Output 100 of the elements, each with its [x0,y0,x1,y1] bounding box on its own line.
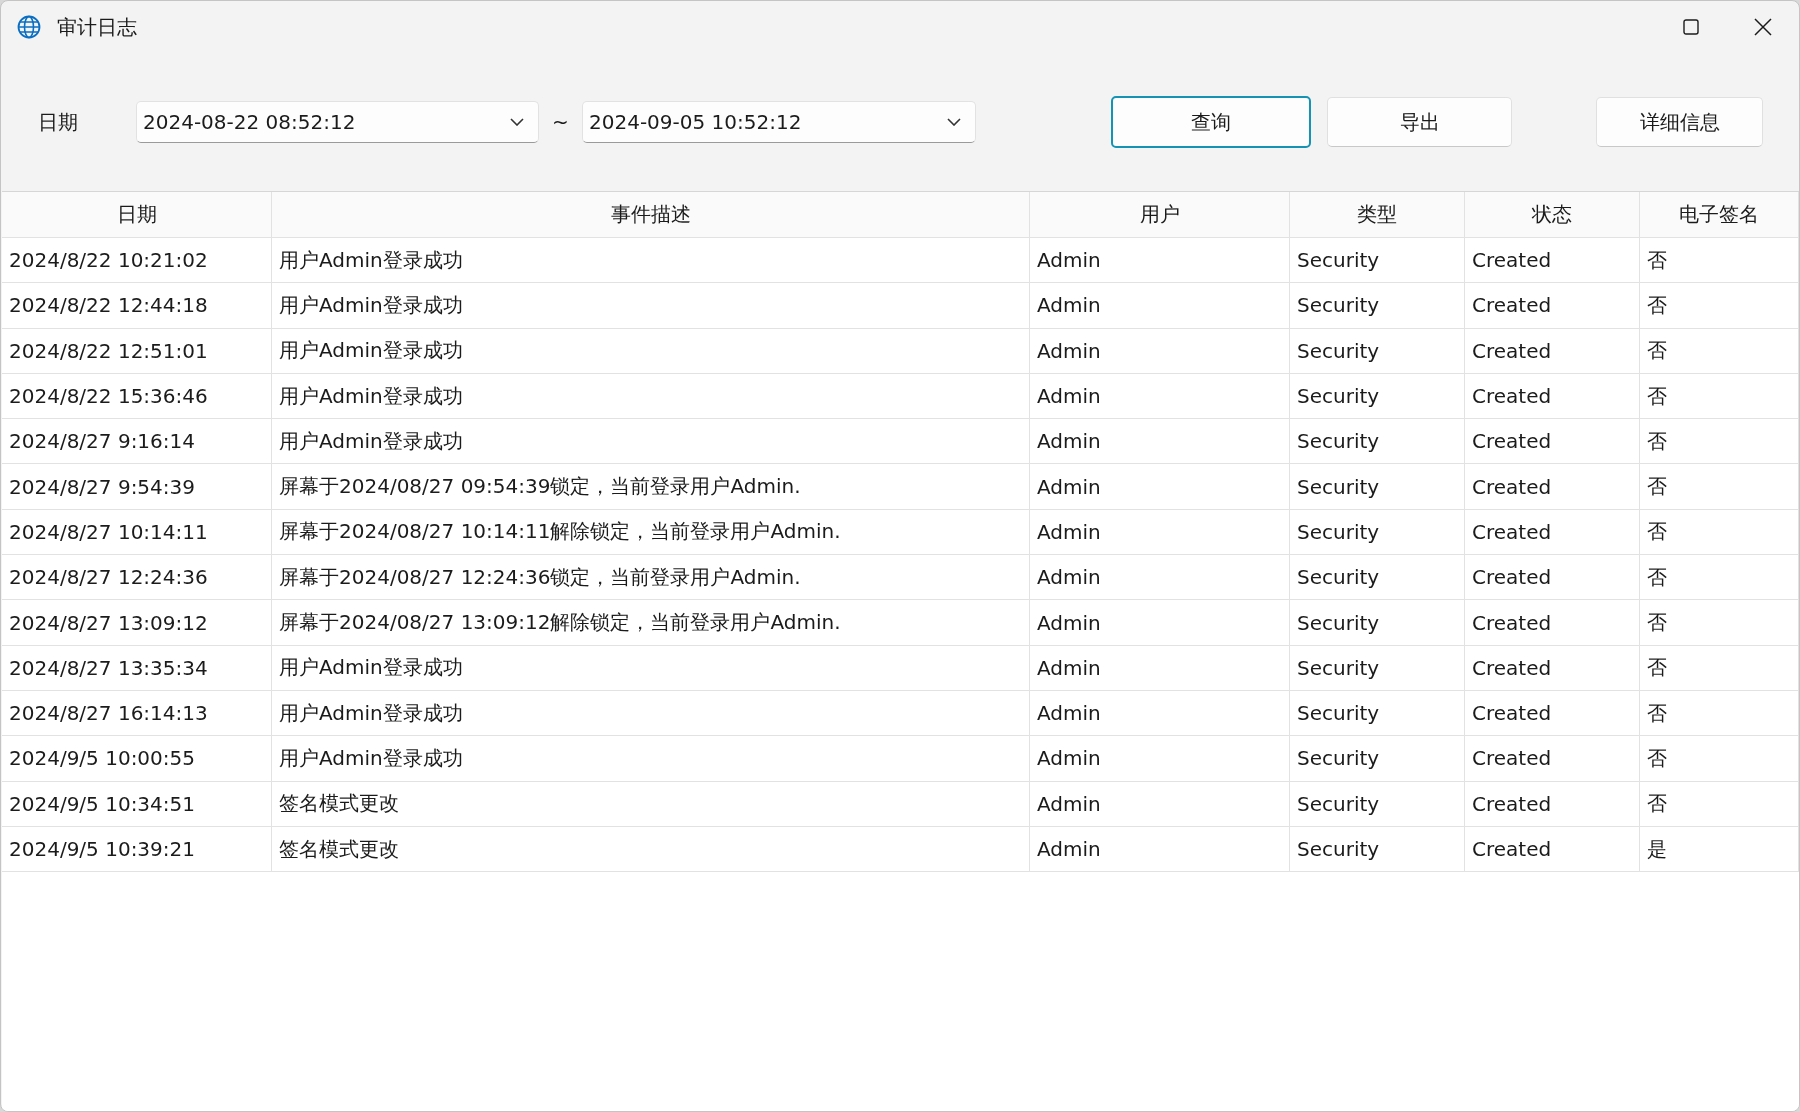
end-date-dropdown[interactable]: 2024-09-05 10:52:12 [582,101,976,143]
column-header[interactable]: 电子签名 [1640,192,1799,237]
table-cell: Admin [1030,690,1290,736]
action-button[interactable]: 查询 [1111,96,1311,148]
table-cell: Created [1465,283,1640,328]
table-cell: Created [1465,600,1640,645]
table-cell: 2024/8/27 9:16:14 [2,419,272,464]
table-cell: Admin [1030,781,1290,826]
table-cell: 用户Admin登录成功 [272,238,1030,283]
table-cell: 屏幕于2024/08/27 13:09:12解除锁定，当前登录用户Admin. [272,600,1030,645]
table-cell: 否 [1640,781,1799,826]
table-cell: 2024/8/22 12:51:01 [2,328,272,373]
action-button[interactable]: 导出 [1327,97,1512,147]
table-cell: Admin [1030,555,1290,600]
table-cell: 2024/9/5 10:00:55 [2,736,272,781]
table-cell: Admin [1030,645,1290,690]
table-cell: 用户Admin登录成功 [272,736,1030,781]
table-cell: Admin [1030,283,1290,328]
table-cell: 否 [1640,736,1799,781]
table-cell: 屏幕于2024/08/27 09:54:39锁定，当前登录用户Admin. [272,464,1030,509]
table-cell: 否 [1640,464,1799,509]
table-cell: 否 [1640,509,1799,555]
table-cell: 2024/8/22 12:44:18 [2,283,272,328]
table-cell: Created [1465,328,1640,373]
table-cell: 2024/8/27 16:14:13 [2,690,272,736]
table-cell: Security [1290,509,1465,555]
table-cell: Security [1290,826,1465,872]
table-cell: 2024/9/5 10:39:21 [2,826,272,872]
table-cell: Security [1290,464,1465,509]
table-cell: 2024/8/27 13:35:34 [2,645,272,690]
table-cell: Security [1290,555,1465,600]
table-cell: Admin [1030,826,1290,872]
table-cell: 否 [1640,328,1799,373]
table-cell: Admin [1030,600,1290,645]
column-header[interactable]: 事件描述 [272,192,1030,237]
table-cell: Security [1290,283,1465,328]
table-cell: 用户Admin登录成功 [272,283,1030,328]
date-label: 日期 [38,108,79,136]
chevron-down-icon [510,118,524,126]
column-header[interactable]: 类型 [1290,192,1465,237]
table-cell: 2024/8/27 12:24:36 [2,555,272,600]
table-cell: 否 [1640,283,1799,328]
table-cell: Admin [1030,419,1290,464]
table-cell: 否 [1640,645,1799,690]
maximize-icon [1683,19,1699,35]
table-cell: 用户Admin登录成功 [272,419,1030,464]
table-cell: Admin [1030,238,1290,283]
table-cell: 2024/8/22 10:21:02 [2,238,272,283]
range-separator: ~ [551,110,570,134]
table-cell: Created [1465,690,1640,736]
table-cell: 2024/8/22 15:36:46 [2,373,272,419]
table-cell: Security [1290,600,1465,645]
table-cell: 用户Admin登录成功 [272,690,1030,736]
action-button[interactable]: 详细信息 [1596,97,1763,147]
table-cell: 否 [1640,373,1799,419]
table-cell: Security [1290,690,1465,736]
start-date-dropdown[interactable]: 2024-08-22 08:52:12 [136,101,539,143]
table-cell: 2024/8/27 10:14:11 [2,509,272,555]
table-cell: 是 [1640,826,1799,872]
close-icon [1754,18,1772,36]
table-cell: Created [1465,419,1640,464]
table-cell: Created [1465,509,1640,555]
table-cell: 否 [1640,419,1799,464]
table-cell: 否 [1640,600,1799,645]
table-cell: Created [1465,238,1640,283]
column-header[interactable]: 状态 [1465,192,1640,237]
table-cell: Created [1465,781,1640,826]
table-cell: 用户Admin登录成功 [272,645,1030,690]
window-title: 审计日志 [57,13,137,41]
table-cell: Security [1290,373,1465,419]
chevron-down-icon [947,118,961,126]
column-header[interactable]: 用户 [1030,192,1290,237]
table-cell: Admin [1030,509,1290,555]
table-cell: 否 [1640,238,1799,283]
table-cell: 用户Admin登录成功 [272,328,1030,373]
table-cell: Created [1465,645,1640,690]
table-cell: Admin [1030,464,1290,509]
table-cell: Admin [1030,736,1290,781]
table-cell: Security [1290,736,1465,781]
table-cell: Admin [1030,328,1290,373]
table-cell: 2024/8/27 9:54:39 [2,464,272,509]
table-cell: 2024/9/5 10:34:51 [2,781,272,826]
table-cell: 屏幕于2024/08/27 12:24:36锁定，当前登录用户Admin. [272,555,1030,600]
table-cell: Created [1465,464,1640,509]
table-cell: 签名模式更改 [272,826,1030,872]
table-cell: 否 [1640,555,1799,600]
table-cell: Created [1465,555,1640,600]
table-cell: Security [1290,645,1465,690]
column-header[interactable]: 日期 [2,192,272,237]
table-cell: Security [1290,781,1465,826]
table-cell: 2024/8/27 13:09:12 [2,600,272,645]
globe-icon [17,15,41,39]
table-cell: Security [1290,328,1465,373]
table-cell: Security [1290,238,1465,283]
table-cell: Created [1465,373,1640,419]
table-cell: Admin [1030,373,1290,419]
table-cell: Created [1465,736,1640,781]
table-cell: 屏幕于2024/08/27 10:14:11解除锁定，当前登录用户Admin. [272,509,1030,555]
table-cell: Created [1465,826,1640,872]
table-cell: 否 [1640,690,1799,736]
